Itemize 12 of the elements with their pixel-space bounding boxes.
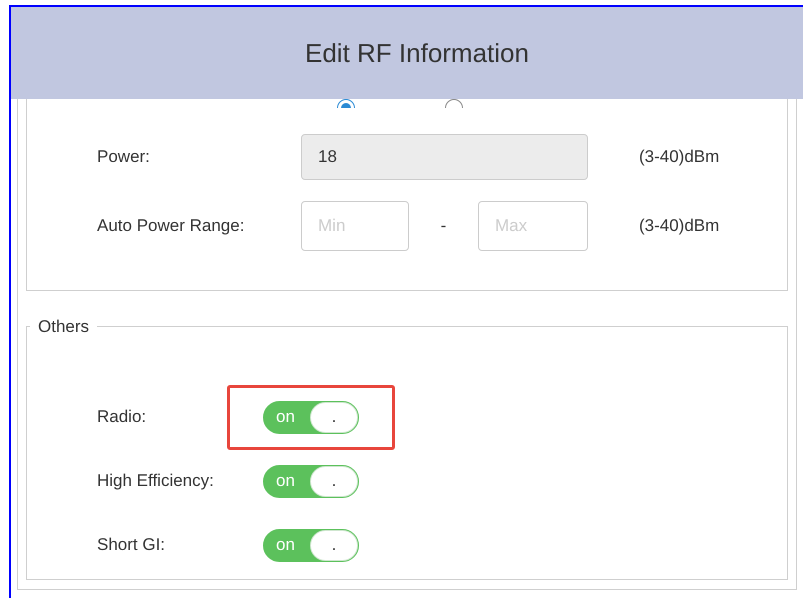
toggle-switch[interactable]: on . bbox=[263, 464, 359, 498]
toggle-switch[interactable]: on . bbox=[263, 400, 359, 434]
auto-power-range-label: Auto Power Range: bbox=[96, 215, 246, 238]
power-label: Power: bbox=[96, 146, 151, 168]
setting-label: High Efficiency: bbox=[96, 470, 215, 492]
toggle-switch[interactable]: on . bbox=[263, 528, 359, 562]
unit-label: (3-40)dBm bbox=[639, 146, 720, 168]
setting-label: Short GI: bbox=[96, 534, 166, 556]
unit-label: (3-40)dBm bbox=[639, 215, 720, 238]
range-separator: - bbox=[440, 215, 448, 238]
dialog-title: Edit RF Information bbox=[305, 36, 529, 70]
setting-label: Radio: bbox=[96, 406, 148, 428]
